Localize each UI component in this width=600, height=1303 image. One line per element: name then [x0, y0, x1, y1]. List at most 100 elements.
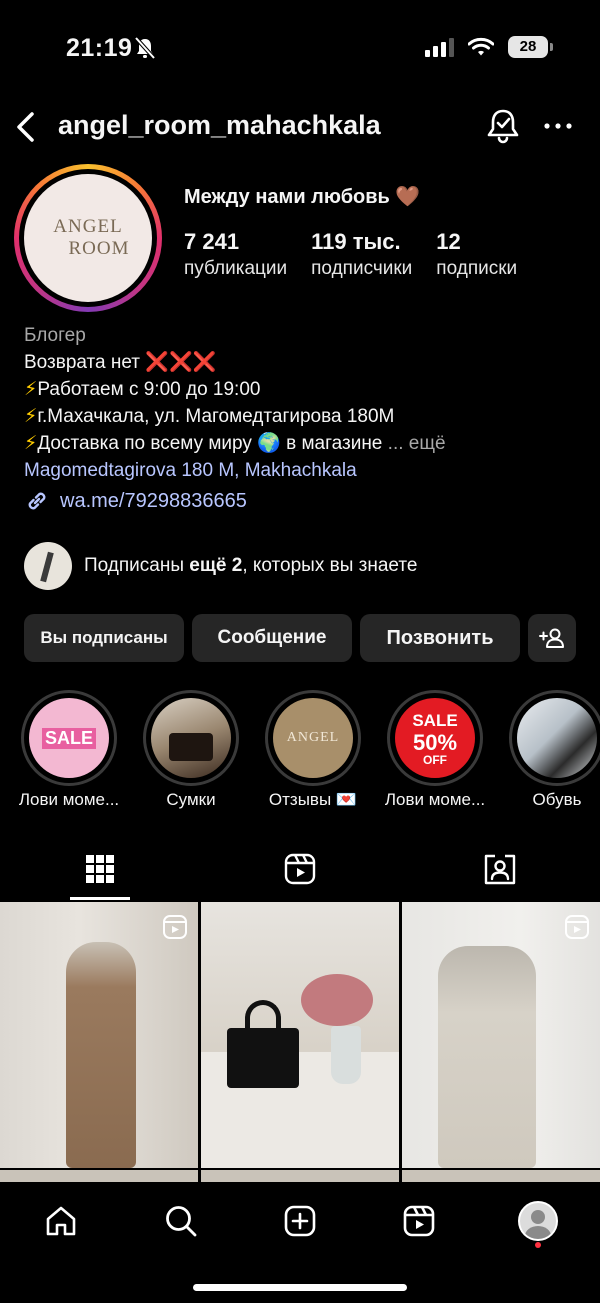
mutual-suffix: , которых вы знаете — [242, 555, 418, 576]
profile-actions: Вы подписаны Сообщение Позвонить — [24, 614, 576, 662]
highlight-cover: SALE — [29, 698, 109, 778]
reels-badge-icon — [565, 915, 589, 939]
lightning-emoji: ⚡ — [24, 432, 38, 454]
highlight-cover-text: OFF — [423, 753, 447, 767]
profile-tab-avatar — [518, 1201, 558, 1241]
active-tab-indicator — [70, 897, 130, 900]
tagged-icon — [484, 854, 516, 885]
avatar-logo-line1: ANGEL — [53, 216, 123, 237]
battery-indicator: 28 — [508, 36, 553, 58]
link-icon — [28, 492, 46, 510]
bio-line: ⚡Работаем с 9:00 до 19:00 — [24, 376, 584, 403]
highlight-cover-text: ANGEL — [286, 730, 340, 745]
bio-text: г.Махачкала, ул. Магомедтагирова 180М — [37, 406, 395, 427]
profile-stats: 7 241 публикации 119 тыс. подписчики 12 … — [184, 228, 541, 282]
stat-label: подписчики — [311, 258, 413, 279]
external-link[interactable]: wa.me/79298836665 — [24, 488, 247, 514]
bio-more-link[interactable]: ... ещё — [388, 433, 446, 454]
stat-posts[interactable]: 7 241 публикации — [184, 228, 287, 282]
message-button[interactable]: Сообщение — [192, 614, 352, 662]
chevron-left-icon[interactable] — [10, 108, 40, 146]
stat-following[interactable]: 12 подписки — [436, 228, 517, 282]
profile-tabs — [0, 838, 600, 900]
nav-home[interactable] — [31, 1196, 91, 1246]
mutual-follower-avatar — [24, 542, 72, 590]
more-icon[interactable] — [538, 112, 578, 140]
notification-dot — [535, 1242, 541, 1248]
highlight-label: Отзывы 💌 — [268, 790, 358, 809]
highlight-item[interactable]: Обувь — [492, 690, 600, 810]
lightning-emoji: ⚡ — [24, 405, 38, 427]
home-indicator[interactable] — [193, 1284, 407, 1291]
bio-text: в магазине — [286, 433, 383, 454]
following-button[interactable]: Вы подписаны — [24, 614, 184, 662]
bio-text: Возврата нет — [24, 352, 141, 373]
story-ring[interactable]: ANGEL ROOM — [14, 164, 162, 312]
cellular-signal-icon — [425, 37, 454, 57]
profile-bio: Блогер Возврата нет ❌❌❌ ⚡Работаем с 9:00… — [24, 322, 584, 484]
add-person-icon — [539, 628, 564, 648]
highlight-cover: ANGEL — [273, 698, 353, 778]
posts-grid — [0, 902, 600, 1182]
status-icons: 28 — [425, 36, 553, 58]
create-icon — [284, 1205, 316, 1237]
mutual-prefix: Подписаны — [84, 555, 190, 576]
location-link[interactable]: Magomedtagirova 180 M, Makhachkala — [24, 457, 584, 484]
bio-text: Доставка по всему миру — [37, 433, 252, 454]
nav-search[interactable] — [151, 1196, 211, 1246]
stat-value: 7 241 — [184, 229, 240, 254]
grid-icon — [86, 855, 114, 883]
profile-name: Между нами любовь 🤎 — [184, 184, 420, 209]
stat-value: 12 — [436, 229, 461, 254]
highlight-cover-text: SALE — [41, 727, 96, 749]
mutual-count: ещё 2 — [189, 555, 243, 576]
bio-text: Работаем с 9:00 до 19:00 — [37, 379, 261, 400]
highlight-item[interactable]: Сумки — [126, 690, 256, 810]
profile-header: angel_room_mahachkala — [0, 100, 600, 156]
post-thumbnail-partial[interactable] — [201, 1170, 399, 1182]
highlight-cover-text: SALE — [412, 711, 458, 730]
link-text: wa.me/79298836665 — [60, 489, 247, 512]
status-bar: 21:19 28 — [0, 0, 600, 96]
highlight-item[interactable]: SALE Лови моме... — [4, 690, 134, 810]
profile-name-text: Между нами любовь — [184, 186, 390, 208]
highlight-label: Лови моме... — [384, 790, 486, 809]
nav-reels[interactable] — [389, 1196, 449, 1246]
add-person-button[interactable] — [528, 614, 576, 662]
post-thumbnail-partial[interactable] — [0, 1170, 198, 1182]
tab-reels[interactable] — [200, 838, 400, 900]
screen: 21:19 28 angel_room_mahachkala ANGEL ROO… — [0, 0, 600, 1303]
tab-posts[interactable] — [0, 838, 200, 900]
post-thumbnail[interactable] — [201, 902, 399, 1168]
wifi-icon — [468, 37, 494, 56]
highlight-cover-text: 50% — [412, 730, 458, 755]
globe-emoji: 🌍 — [257, 432, 281, 454]
lightning-emoji: ⚡ — [24, 378, 38, 400]
highlight-label: Обувь — [532, 790, 582, 809]
reels-icon — [284, 853, 316, 885]
profile-avatar: ANGEL ROOM — [24, 174, 152, 302]
cross-emoji: ❌❌❌ — [145, 351, 217, 373]
post-thumbnail[interactable] — [0, 902, 198, 1168]
post-thumbnail-partial[interactable] — [402, 1170, 600, 1182]
call-button[interactable]: Позвонить — [360, 614, 520, 662]
post-thumbnail[interactable] — [402, 902, 600, 1168]
stat-followers[interactable]: 119 тыс. подписчики — [311, 228, 412, 282]
stat-label: подписки — [436, 258, 518, 279]
mutual-followers[interactable]: Подписаны ещё 2, которых вы знаете — [24, 542, 417, 590]
bell-check-icon[interactable] — [484, 106, 522, 146]
tab-tagged[interactable] — [400, 838, 600, 900]
mutual-followers-text: Подписаны ещё 2, которых вы знаете — [84, 555, 417, 577]
profile-category: Блогер — [24, 325, 86, 346]
status-time: 21:19 — [66, 34, 133, 62]
reels-nav-icon — [403, 1205, 435, 1237]
search-icon — [166, 1206, 197, 1237]
highlight-cover — [517, 698, 597, 778]
highlight-item[interactable]: ANGEL Отзывы 💌 — [248, 690, 378, 810]
highlight-cover: SALE 50% OFF — [395, 698, 475, 778]
bio-line: ⚡Доставка по всему миру 🌍 в магазине ...… — [24, 430, 584, 457]
nav-profile[interactable] — [508, 1196, 568, 1246]
highlight-item[interactable]: SALE 50% OFF Лови моме... — [370, 690, 500, 810]
bio-line: Возврата нет ❌❌❌ — [24, 349, 584, 376]
nav-create[interactable] — [270, 1196, 330, 1246]
